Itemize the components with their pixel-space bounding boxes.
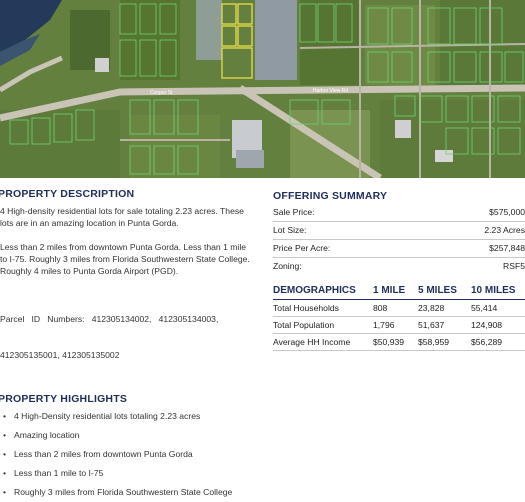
demographics-cell: 51,637 bbox=[418, 320, 445, 330]
demographics-cell: 55,414 bbox=[471, 303, 498, 313]
highlight-text: Roughly 3 miles from Florida Southwester… bbox=[14, 487, 233, 497]
demographics-cell: 124,908 bbox=[471, 320, 503, 330]
demographics-cell: $56,289 bbox=[471, 337, 503, 347]
demographics-cell: $50,939 bbox=[373, 337, 405, 347]
summary-value: $257,848 bbox=[489, 243, 525, 253]
right-column: OFFERING SUMMARY Sale Price: $575,000 Lot… bbox=[273, 190, 525, 351]
description-line: Less than 2 miles from downtown Punta Go… bbox=[0, 242, 247, 252]
bullet-icon: • bbox=[3, 468, 7, 478]
bullet-icon: • bbox=[3, 487, 7, 497]
property-highlights-section: PROPERTY HIGHLIGHTS • 4 High-Density resi… bbox=[0, 393, 262, 502]
highlight-item: • Less than 1 mile to I-75 bbox=[0, 464, 262, 483]
bullet-icon: • bbox=[3, 449, 7, 459]
summary-value: RSF5 bbox=[503, 261, 525, 271]
highlight-item: • Less than 2 miles from downtown Punta G… bbox=[0, 445, 262, 464]
left-column: PROPERTY DESCRIPTION 4 High-density resi… bbox=[0, 188, 262, 502]
demographics-column-header: 10 MILES bbox=[471, 285, 516, 296]
highlight-item: • Amazing location bbox=[0, 426, 262, 445]
demographics-row-label: Total Households bbox=[273, 303, 339, 313]
summary-label: Lot Size: bbox=[273, 225, 307, 235]
demographics-row: Total Households 808 23,828 55,414 bbox=[273, 300, 525, 317]
property-description-section: PROPERTY DESCRIPTION 4 High-density resi… bbox=[0, 188, 262, 385]
description-paragraph-2: Less than 2 miles from downtown Punta Go… bbox=[0, 241, 262, 277]
summary-row-sale-price: Sale Price: $575,000 bbox=[273, 204, 525, 222]
demographics-cell: 1,796 bbox=[373, 320, 395, 330]
demographics-section: DEMOGRAPHICS 1 MILE 5 MILES 10 MILES Tot… bbox=[273, 283, 525, 351]
summary-value: 2.23 Acres bbox=[484, 225, 525, 235]
summary-value: $575,000 bbox=[489, 207, 525, 217]
bullet-icon: • bbox=[3, 430, 7, 440]
road-label-2: Harbor View Rd bbox=[313, 88, 348, 94]
summary-row-price-per-acre: Price Per Acre: $257,848 bbox=[273, 240, 525, 258]
road-label-1: Cooper St bbox=[150, 90, 173, 96]
parcel-id-line: 412305135001, 412305135002 bbox=[0, 350, 120, 360]
summary-row-lot-size: Lot Size: 2.23 Acres bbox=[273, 222, 525, 240]
property-description-title: PROPERTY DESCRIPTION bbox=[0, 188, 135, 200]
demographics-row-label: Average HH Income bbox=[273, 337, 351, 347]
highlight-item: • 4 High-Density residential lots totalin… bbox=[0, 407, 262, 426]
description-paragraph-1: 4 High-density residential lots for sale… bbox=[0, 205, 262, 229]
offering-summary-title: OFFERING SUMMARY bbox=[273, 190, 388, 202]
summary-label: Zoning: bbox=[273, 261, 302, 271]
offering-summary-section: OFFERING SUMMARY Sale Price: $575,000 Lot… bbox=[273, 190, 525, 275]
demographics-header-row: DEMOGRAPHICS 1 MILE 5 MILES 10 MILES bbox=[273, 283, 525, 300]
summary-row-zoning: Zoning: RSF5 bbox=[273, 258, 525, 275]
highlight-text: 4 High-Density residential lots totaling… bbox=[14, 411, 201, 421]
bullet-icon: • bbox=[3, 411, 7, 421]
parcel-id-line: Parcel ID Numbers: 412305134002, 4123051… bbox=[0, 314, 219, 324]
description-line: Roughly 4 miles to Punta Gorda Airport (… bbox=[0, 266, 179, 276]
demographics-column-header: 5 MILES bbox=[418, 285, 457, 296]
demographics-title: DEMOGRAPHICS bbox=[273, 285, 356, 296]
description-line: lots are in an amazing location in Punta… bbox=[0, 218, 179, 228]
demographics-cell: $58,959 bbox=[418, 337, 450, 347]
highlight-item: • Roughly 3 miles from Florida Southweste… bbox=[0, 483, 262, 502]
aerial-map-image: Cooper St Harbor View Rd bbox=[0, 0, 525, 178]
demographics-cell: 23,828 bbox=[418, 303, 445, 313]
demographics-row: Total Population 1,796 51,637 124,908 bbox=[273, 317, 525, 334]
demographics-cell: 808 bbox=[373, 303, 388, 313]
property-highlights-title: PROPERTY HIGHLIGHTS bbox=[0, 393, 128, 405]
aerial-map-graphic: Cooper St Harbor View Rd bbox=[0, 0, 525, 178]
highlight-text: Less than 2 miles from downtown Punta Go… bbox=[14, 449, 193, 459]
demographics-column-header: 1 MILE bbox=[373, 285, 406, 296]
demographics-row-label: Total Population bbox=[273, 320, 335, 330]
demographics-row: Average HH Income $50,939 $58,959 $56,28… bbox=[273, 334, 525, 351]
summary-label: Price Per Acre: bbox=[273, 243, 331, 253]
summary-label: Sale Price: bbox=[273, 207, 315, 217]
highlight-text: Less than 1 mile to I-75 bbox=[14, 468, 104, 478]
description-line: to I-75. Roughly 3 miles from Florida So… bbox=[0, 254, 250, 264]
description-line: 4 High-density residential lots for sale… bbox=[0, 206, 244, 216]
parcel-id-paragraph: Parcel ID Numbers: 412305134002, 4123051… bbox=[0, 289, 262, 385]
